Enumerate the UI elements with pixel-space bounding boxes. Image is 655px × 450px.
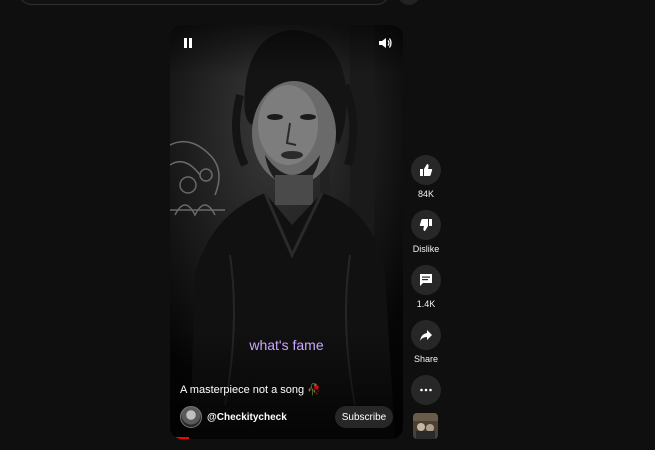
- search-button[interactable]: [397, 0, 421, 5]
- channel-row: @Checkitycheck Subscribe: [180, 406, 393, 428]
- share-action: Share: [410, 320, 442, 364]
- volume-button[interactable]: [375, 33, 395, 53]
- dislike-button[interactable]: [411, 210, 441, 240]
- channel-name[interactable]: @Checkitycheck: [207, 412, 287, 423]
- more-button[interactable]: [411, 375, 441, 405]
- thumbs-down-icon: [419, 219, 432, 231]
- search-input[interactable]: [18, 0, 390, 5]
- share-label: Share: [413, 354, 439, 364]
- comment-button[interactable]: [411, 265, 441, 295]
- share-icon: [420, 330, 432, 341]
- share-button[interactable]: [411, 320, 441, 350]
- dislike-label: Dislike: [412, 244, 440, 254]
- progress-fill: [170, 437, 189, 439]
- comment-icon: [420, 274, 432, 286]
- like-action: 84K: [410, 155, 442, 199]
- progress-bar[interactable]: [170, 437, 403, 439]
- sound-thumbnail-image: [413, 413, 438, 439]
- dislike-action: Dislike: [410, 210, 442, 254]
- more-action: [410, 375, 442, 405]
- subscribe-button[interactable]: Subscribe: [335, 406, 393, 428]
- thumbs-up-icon: [420, 164, 433, 176]
- video-title[interactable]: A masterpiece not a song 🥀: [180, 383, 321, 396]
- pause-button[interactable]: [178, 33, 198, 53]
- like-button[interactable]: [411, 155, 441, 185]
- volume-icon: [379, 38, 392, 48]
- pause-icon: [184, 38, 192, 48]
- video-caption: what's fame: [249, 337, 324, 353]
- comment-count: 1.4K: [416, 299, 436, 309]
- sound-thumbnail[interactable]: [413, 413, 438, 439]
- top-gradient: [170, 25, 403, 75]
- channel-avatar[interactable]: [180, 406, 202, 428]
- comment-action: 1.4K: [410, 265, 442, 309]
- shorts-player[interactable]: what's fame A masterpiece not a song 🥀 @…: [170, 25, 403, 439]
- more-horizontal-icon: [420, 388, 432, 392]
- like-count: 84K: [417, 189, 434, 199]
